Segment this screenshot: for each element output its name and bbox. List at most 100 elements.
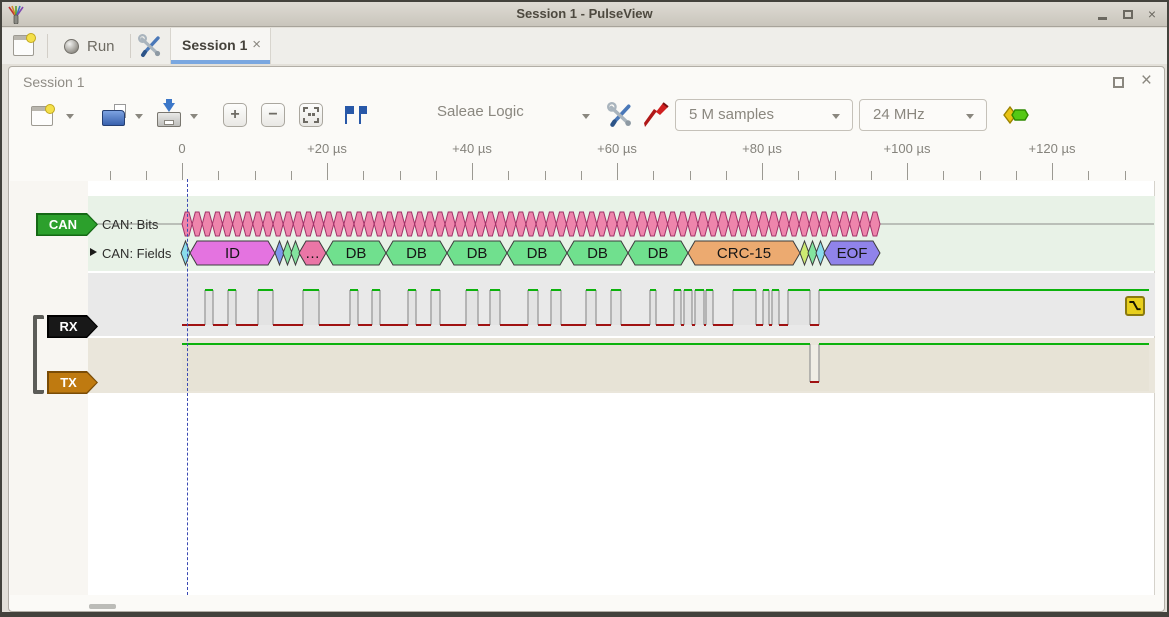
- device-select[interactable]: Saleae Logic: [437, 103, 524, 120]
- ruler-label: +80 µs: [742, 141, 782, 156]
- run-button[interactable]: Run: [58, 33, 121, 59]
- zoom-out-button[interactable]: −: [261, 103, 285, 127]
- can-field-label: DB: [467, 245, 488, 262]
- sample-rate-value: 24 MHz: [873, 106, 925, 123]
- can-bit-annotation: [354, 212, 364, 236]
- dock-title: Session 1: [23, 74, 84, 90]
- can-bit-annotation: [364, 212, 374, 236]
- tx-channel-tag[interactable]: TX: [47, 371, 98, 394]
- session-dock: Session 1 × + −: [8, 66, 1165, 612]
- titlebar[interactable]: Session 1 - PulseView ×: [2, 2, 1167, 27]
- decoder-bits-row-label: CAN: Bits: [102, 217, 158, 232]
- ruler-tick: [690, 171, 691, 180]
- can-decoder-tag[interactable]: CAN: [36, 213, 98, 236]
- can-bit-annotation: [698, 212, 708, 236]
- sample-rate-select[interactable]: 24 MHz: [859, 99, 987, 131]
- rx-channel-tag[interactable]: RX: [47, 315, 98, 338]
- can-bit-annotation: [192, 212, 202, 236]
- dock-float-button[interactable]: [1113, 77, 1124, 88]
- can-bit-annotation: [283, 212, 293, 236]
- toolbar-separator: [130, 34, 131, 58]
- can-bit-annotation: [455, 212, 465, 236]
- minimize-button[interactable]: [1091, 6, 1113, 24]
- can-bit-annotation: [536, 212, 546, 236]
- ruler-tick: [1125, 171, 1126, 180]
- ruler-tick: [146, 171, 147, 180]
- can-bit-annotation: [475, 212, 485, 236]
- can-field-annotation: [181, 241, 190, 265]
- can-bit-annotation: [738, 212, 748, 236]
- chevron-down-icon[interactable]: [190, 114, 198, 119]
- can-field-label: EOF: [837, 245, 868, 262]
- close-button[interactable]: ×: [1141, 6, 1163, 24]
- can-bit-annotation: [637, 212, 647, 236]
- zoom-in-button[interactable]: +: [223, 103, 247, 127]
- ruler-label: 0: [178, 141, 185, 156]
- can-field-label: DB: [406, 245, 427, 262]
- ruler-tick: [581, 171, 582, 180]
- sample-count-select[interactable]: 5 M samples: [675, 99, 853, 131]
- can-bit-annotation: [587, 212, 597, 236]
- device-config-icon[interactable]: [607, 102, 633, 128]
- can-bit-annotation: [850, 212, 860, 236]
- chevron-down-icon[interactable]: [66, 114, 74, 119]
- can-bit-annotation: [668, 212, 678, 236]
- can-field-label: CRC-15: [717, 245, 771, 262]
- chevron-down-icon: [832, 114, 840, 119]
- pulseview-window: Session 1 - PulseView × Run Session 1 × …: [0, 0, 1169, 617]
- trigger-falling-edge-badge[interactable]: [1125, 296, 1145, 316]
- toolbar-separator: [47, 34, 48, 58]
- decoder-fields-row-label: CAN: Fields: [102, 246, 171, 261]
- horizontal-scrollbar-thumb[interactable]: [89, 604, 116, 609]
- can-bit-annotation: [425, 212, 435, 236]
- expand-arrow-icon[interactable]: [90, 248, 97, 256]
- can-bit-annotation: [445, 212, 455, 236]
- ruler-tick: [1016, 171, 1017, 180]
- can-bit-annotation: [840, 212, 850, 236]
- can-bit-annotation: [384, 212, 394, 236]
- channel-group-bracket[interactable]: [33, 315, 44, 394]
- can-bit-annotation: [303, 212, 313, 236]
- timeline-ruler[interactable]: 0+20 µs+40 µs+60 µs+80 µs+100 µs+120 µs: [9, 139, 1164, 181]
- run-led-icon: [64, 39, 79, 54]
- ruler-tick: [617, 163, 618, 180]
- can-bit-annotation: [233, 212, 243, 236]
- add-decoder-icon[interactable]: [1001, 104, 1031, 126]
- chevron-down-icon[interactable]: [135, 114, 143, 119]
- save-icon[interactable]: [157, 104, 182, 127]
- tab-label: Session 1: [182, 37, 247, 53]
- can-bit-annotation: [647, 212, 657, 236]
- open-file-icon[interactable]: [102, 104, 127, 127]
- can-bit-annotation: [435, 212, 445, 236]
- new-view-icon[interactable]: [31, 106, 53, 126]
- zoom-fit-button[interactable]: [299, 103, 323, 127]
- new-session-icon[interactable]: [13, 35, 34, 56]
- can-field-label: DB: [587, 245, 608, 262]
- ruler-tick: [218, 171, 219, 180]
- ruler-label: +20 µs: [307, 141, 347, 156]
- can-bit-annotation: [577, 212, 587, 236]
- can-bit-annotation: [546, 212, 556, 236]
- can-bit-annotation: [607, 212, 617, 236]
- tab-close-icon[interactable]: ×: [252, 36, 261, 53]
- sample-count-value: 5 M samples: [689, 106, 774, 123]
- maximize-button[interactable]: [1117, 6, 1139, 24]
- can-field-label: DB: [648, 245, 669, 262]
- can-bit-annotation: [485, 212, 495, 236]
- chevron-down-icon[interactable]: [582, 114, 590, 119]
- can-bit-annotation: [799, 212, 809, 236]
- can-bit-annotation: [789, 212, 799, 236]
- settings-icon[interactable]: [138, 34, 162, 58]
- can-bit-annotation: [243, 212, 253, 236]
- ruler-tick: [436, 171, 437, 180]
- show-cursors-icon[interactable]: [341, 104, 367, 126]
- dock-close-button[interactable]: ×: [1141, 70, 1152, 92]
- can-bit-annotation: [273, 212, 283, 236]
- can-bit-annotation: [657, 212, 667, 236]
- channels-probe-icon[interactable]: [643, 102, 669, 128]
- tab-session-1[interactable]: Session 1 ×: [170, 28, 271, 64]
- ruler-tick: [327, 163, 328, 180]
- ruler-label: +60 µs: [597, 141, 637, 156]
- ruler-tick: [291, 171, 292, 180]
- zoom-fit-icon: [300, 104, 322, 126]
